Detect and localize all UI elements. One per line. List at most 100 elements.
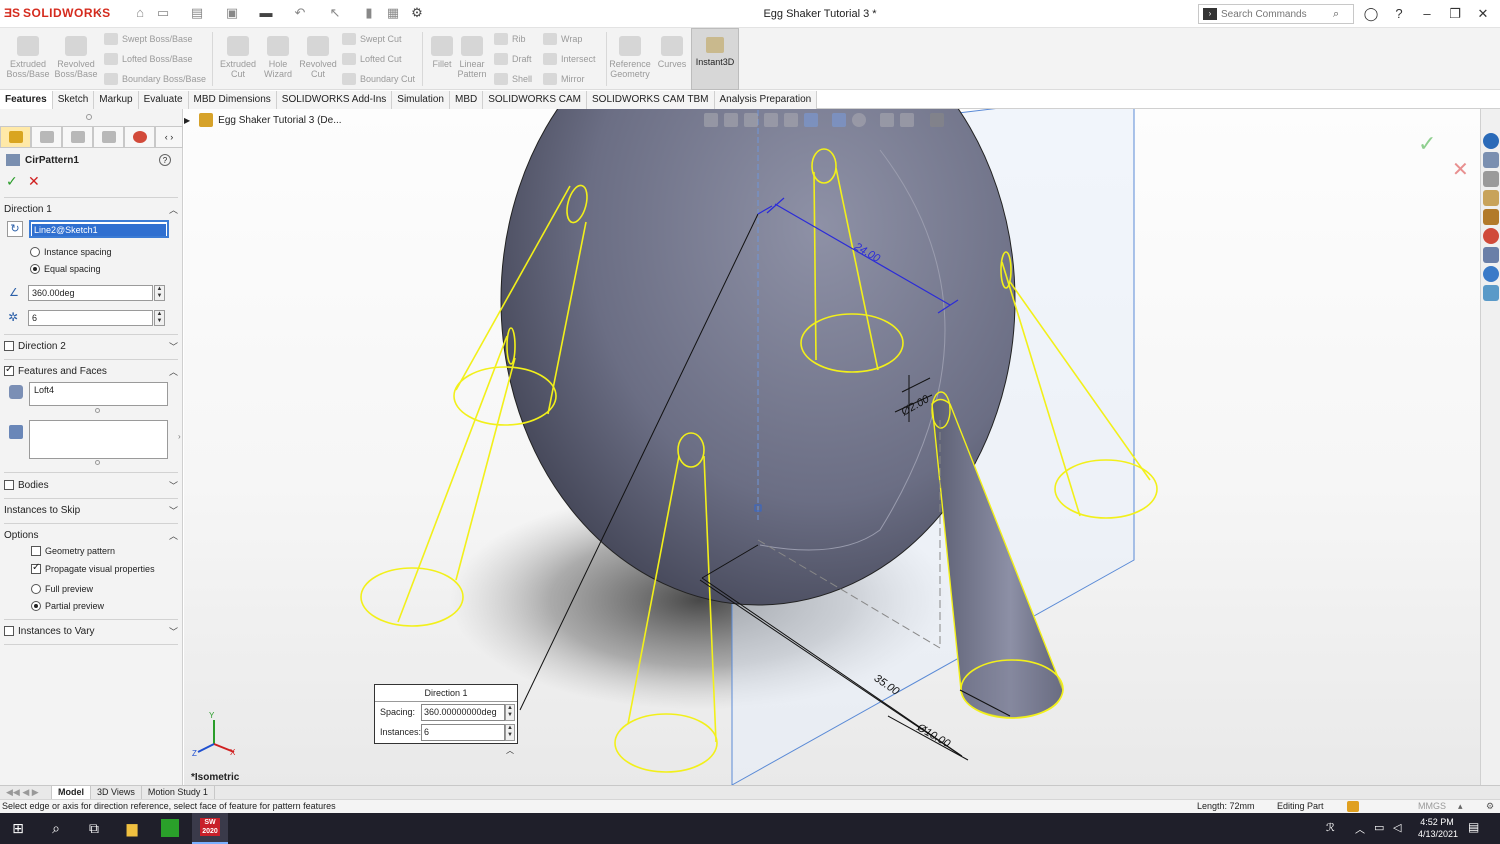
chevron-down-icon[interactable]: ﹀ (169, 340, 178, 353)
units-dropdown-icon[interactable]: ▴ (1458, 800, 1463, 813)
reverse-direction-icon[interactable]: ↻ (7, 221, 23, 237)
solidworks-resources-icon[interactable] (1483, 133, 1499, 149)
list-resize-handle[interactable] (95, 460, 100, 465)
minimize-button[interactable]: – (1416, 4, 1438, 24)
menu-expand-icon[interactable]: › (98, 7, 102, 19)
clock[interactable]: 4:52 PM 4/13/2021 (1418, 816, 1458, 840)
chevron-down-icon[interactable]: ﹀ (169, 479, 178, 492)
tab-feature-manager[interactable] (0, 126, 31, 148)
confirm-cancel-icon[interactable]: ✕ (1452, 157, 1469, 182)
callout-spacing-spinner[interactable]: ▲ ▼ (505, 703, 515, 721)
tab-features[interactable]: Features (0, 91, 53, 109)
tab-scroll-arrows[interactable]: ‹ › (155, 126, 183, 148)
previous-view-icon[interactable] (744, 113, 758, 127)
file-explorer-icon[interactable] (1483, 190, 1499, 206)
action-center-icon[interactable]: ▤ (1468, 820, 1479, 834)
lofted-boss-button[interactable]: Lofted Boss/Base (104, 53, 193, 65)
section-instances-to-vary[interactable]: Instances to Vary ﹀ (4, 621, 178, 641)
full-preview-option[interactable]: Full preview (31, 584, 93, 594)
close-button[interactable]: ✕ (1472, 4, 1494, 24)
boundary-boss-button[interactable]: Boundary Boss/Base (104, 73, 206, 85)
propagate-visual-checkbox[interactable] (31, 562, 41, 574)
extruded-boss-button[interactable]: Extruded Boss/Base (6, 32, 50, 79)
tab-sketch[interactable]: Sketch (52, 91, 95, 109)
design-library-icon[interactable] (1483, 171, 1499, 187)
help-icon[interactable]: ? (1388, 4, 1410, 24)
features-faces-checkbox[interactable] (4, 364, 14, 376)
apply-scene-icon[interactable] (900, 113, 914, 127)
geometry-pattern-option[interactable]: Geometry pattern (31, 546, 115, 556)
app-green-icon[interactable] (161, 819, 179, 837)
rib-button[interactable]: Rib (494, 33, 526, 45)
callout-instances-input[interactable]: 6 (421, 723, 505, 741)
tab-3d-views[interactable]: 3D Views (91, 786, 142, 799)
viewport-minimize-icon[interactable]: – (1439, 109, 1445, 110)
search-input[interactable] (1221, 8, 1331, 20)
swept-cut-button[interactable]: Swept Cut (342, 33, 402, 45)
tab-addins[interactable]: SOLIDWORKS Add-Ins (276, 91, 393, 109)
tab-motion-study[interactable]: Motion Study 1 (142, 786, 215, 799)
restore-button[interactable]: ❐ (1444, 4, 1466, 24)
rebuild-status-icon[interactable] (1347, 801, 1359, 812)
feature-item[interactable]: Loft4 (34, 385, 54, 395)
features-list-box[interactable]: Loft4 (29, 382, 168, 406)
solidworks-logo[interactable]: ƎS SOLIDWORKS (4, 6, 111, 20)
forum-icon[interactable] (1483, 266, 1499, 282)
options-gear-icon[interactable]: ⚙ (410, 6, 424, 20)
direction1-callout[interactable]: Direction 1 Spacing: 360.00000000deg ▲ ▼ … (374, 684, 518, 744)
geometry-pattern-checkbox[interactable] (31, 546, 41, 556)
tab-dimxpert[interactable] (93, 126, 124, 148)
viewport-restore-icon[interactable]: ❐ (1455, 109, 1465, 110)
section-view-icon[interactable] (764, 113, 778, 127)
list-resize-handle[interactable] (95, 408, 100, 413)
customize-icon[interactable]: ⚙ (1486, 800, 1494, 813)
instant3d-button[interactable]: Instant3D (691, 28, 739, 90)
callout-instances-spinner[interactable]: ▲ ▼ (505, 723, 515, 741)
viewport-tile-right-icon[interactable]: ◨ (1418, 109, 1428, 110)
instance-spacing-option[interactable]: Instance spacing (30, 247, 112, 257)
viewport-tile-left-icon[interactable]: ◧ (1398, 109, 1408, 110)
bodies-checkbox[interactable] (4, 480, 14, 490)
view-orientation-icon[interactable] (804, 113, 818, 127)
confirm-ok-icon[interactable]: ✓ (1418, 131, 1436, 157)
revolved-cut-button[interactable]: Revolved Cut (296, 32, 340, 79)
reference-geometry-button[interactable]: Reference Geometry (608, 32, 652, 79)
network-icon[interactable]: ▭ (1374, 821, 1384, 834)
open-icon[interactable]: ▤ (190, 6, 204, 20)
file-properties-icon[interactable]: ▦ (386, 6, 400, 20)
chevron-up-icon[interactable]: ︿ (169, 203, 178, 216)
notification-people-icon[interactable]: ℛ (1326, 821, 1335, 834)
solidworks-taskbar-button[interactable]: SW 2020 (192, 813, 228, 844)
instances-input[interactable]: 6 (28, 310, 153, 326)
custom-properties-icon[interactable] (1483, 247, 1499, 263)
dimension-10-text[interactable]: Ø10.00 (914, 721, 953, 750)
tab-evaluate[interactable]: Evaluate (138, 91, 189, 109)
hole-wizard-button[interactable]: Hole Wizard (256, 32, 300, 79)
linear-pattern-button[interactable]: Linear Pattern (450, 32, 494, 79)
ok-check-icon[interactable]: ✓ (6, 173, 18, 190)
faces-list-box[interactable] (29, 420, 168, 459)
file-explorer-icon[interactable]: ▆ (122, 819, 142, 837)
expand-arrow-icon[interactable]: ▶ (184, 116, 190, 125)
section-bodies[interactable]: Bodies ﹀ (4, 475, 178, 495)
tab-mbd-dimensions[interactable]: MBD Dimensions (188, 91, 277, 109)
user-account-icon[interactable]: ◯ (1360, 4, 1382, 24)
chevron-down-icon[interactable]: ﹀ (169, 625, 178, 638)
mirror-button[interactable]: Mirror (543, 73, 585, 85)
propagate-visual-option[interactable]: Propagate visual properties (31, 562, 155, 574)
rebuild-icon[interactable]: ▮ (362, 6, 376, 20)
instances-spinner[interactable]: ▲ ▼ (154, 310, 165, 326)
volume-icon[interactable]: ◁ (1393, 821, 1401, 834)
instance-spacing-radio[interactable] (30, 247, 40, 257)
tree-root-label[interactable]: Egg Shaker Tutorial 3 (De... (218, 115, 341, 126)
view-settings-icon[interactable] (930, 113, 944, 127)
intersect-button[interactable]: Intersect (543, 53, 596, 65)
flyout-feature-tree[interactable]: ▶ Egg Shaker Tutorial 3 (De... (184, 112, 342, 128)
zoom-to-fit-icon[interactable] (704, 113, 718, 127)
appearances-icon[interactable] (1483, 228, 1499, 244)
tab-markup[interactable]: Markup (94, 91, 139, 109)
draft-button[interactable]: Draft (494, 53, 532, 65)
chevron-up-icon[interactable]: ︿ (169, 529, 178, 542)
boundary-cut-button[interactable]: Boundary Cut (342, 73, 415, 85)
panel-resize-handle[interactable] (86, 114, 92, 120)
